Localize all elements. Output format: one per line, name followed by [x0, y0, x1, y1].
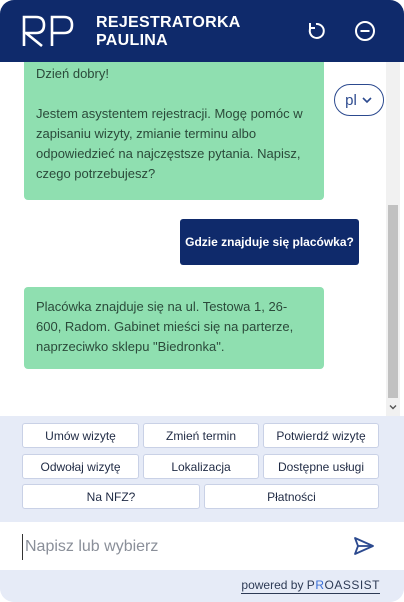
- quick-reply-button[interactable]: Dostępne usługi: [263, 454, 379, 479]
- bot-title: REJESTRATORKA PAULINA: [96, 14, 241, 50]
- chat-scrollbar[interactable]: [386, 62, 400, 416]
- chevron-down-icon: [389, 405, 397, 410]
- powered-by-text: powered by: [241, 578, 307, 592]
- input-bar: [0, 522, 404, 570]
- quick-reply-button[interactable]: Zmień termin: [143, 423, 259, 448]
- chevron-down-icon: [362, 97, 372, 104]
- bot-title-line1: REJESTRATORKA: [96, 14, 241, 31]
- user-message: Gdzie znajduje się placówka?: [180, 219, 359, 265]
- bot-message-text: Jestem asystentem rejestracji. Mogę pomó…: [36, 106, 303, 181]
- reload-button[interactable]: [304, 19, 328, 43]
- minimize-button[interactable]: [353, 19, 377, 43]
- footer: powered by PROASSIST: [0, 570, 404, 602]
- scroll-down-button[interactable]: [386, 400, 400, 414]
- quick-reply-button[interactable]: Lokalizacja: [143, 454, 259, 479]
- quick-reply-button[interactable]: Potwierdź wizytę: [263, 423, 379, 448]
- user-message-text: Gdzie znajduje się placówka?: [185, 235, 354, 249]
- bot-message: Dzień dobry! Jestem asystentem rejestrac…: [24, 62, 324, 200]
- message-input[interactable]: [22, 534, 337, 560]
- powered-by-link[interactable]: powered by PROASSIST: [241, 578, 380, 594]
- reload-icon: [308, 22, 325, 39]
- quick-reply-button[interactable]: Płatności: [204, 484, 379, 509]
- bot-message-text: Placówka znajduje się na ul. Testowa 1, …: [36, 299, 294, 354]
- quick-reply-button[interactable]: Na NFZ?: [22, 484, 200, 509]
- language-value: pl: [345, 91, 357, 109]
- language-select[interactable]: pl: [334, 84, 384, 116]
- chat-area[interactable]: Dzień dobry! Jestem asystentem rejestrac…: [0, 62, 404, 416]
- minus-circle-icon: [355, 21, 375, 41]
- quick-reply-button[interactable]: Odwołaj wizytę: [22, 454, 139, 479]
- logo: [22, 15, 74, 48]
- send-icon[interactable]: [352, 534, 376, 558]
- header: REJESTRATORKA PAULINA: [0, 0, 404, 62]
- quick-reply-button[interactable]: Umów wizytę: [22, 423, 139, 448]
- bot-title-line2: PAULINA: [96, 32, 169, 49]
- brand-name: PROASSIST: [306, 578, 380, 592]
- bot-message: Placówka znajduje się na ul. Testowa 1, …: [24, 287, 324, 369]
- scrollbar-thumb[interactable]: [388, 205, 398, 398]
- chat-widget: REJESTRATORKA PAULINA Dzień dobry! Jeste…: [0, 0, 404, 602]
- bot-message-greeting: Dzień dobry!: [36, 66, 109, 81]
